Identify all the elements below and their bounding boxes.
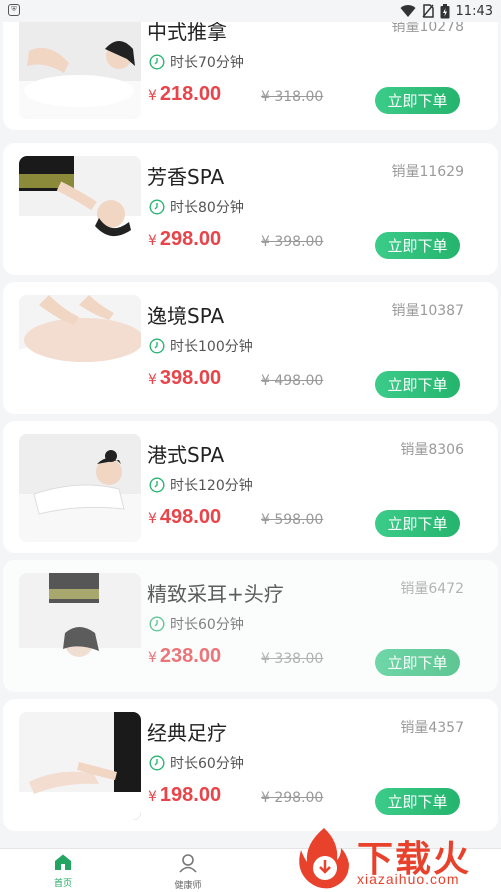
- order-now-button[interactable]: 立即下单: [375, 649, 460, 676]
- duration-row: 时长60分钟: [149, 753, 244, 773]
- duration-text: 时长70分钟: [170, 55, 244, 71]
- watermark-url: xiazaihuo.com: [357, 871, 460, 887]
- service-card[interactable]: 经典足疗 销量4357 时长60分钟 ¥198.00 ¥ 298.00 立即下单: [3, 699, 498, 831]
- price: ¥398.00: [148, 367, 221, 390]
- service-card[interactable]: 逸境SPA 销量10387 时长100分钟 ¥398.00 ¥ 498.00 立…: [3, 282, 498, 414]
- no-sim-icon: [421, 4, 434, 18]
- status-bar: ⛨ 11:43: [0, 0, 501, 22]
- sales-count: 销量10387: [391, 303, 464, 319]
- original-price: ¥ 338.00: [261, 651, 324, 667]
- price: ¥498.00: [148, 506, 221, 529]
- price: ¥218.00: [148, 83, 221, 106]
- clock-icon: [149, 616, 165, 632]
- price: ¥238.00: [148, 645, 221, 668]
- duration-row: 时长70分钟: [149, 52, 244, 72]
- price-value: 198.00: [159, 784, 222, 806]
- clock-icon: [149, 199, 165, 215]
- order-now-button[interactable]: 立即下单: [375, 510, 460, 537]
- service-name: 精致采耳+头疗: [147, 582, 284, 606]
- order-now-button[interactable]: 立即下单: [375, 87, 460, 114]
- service-name: 港式SPA: [147, 443, 225, 467]
- original-price: ¥ 498.00: [261, 373, 324, 389]
- currency-symbol: ¥: [148, 372, 157, 388]
- service-card[interactable]: 精致采耳+头疗 销量6472 时长60分钟 ¥238.00 ¥ 338.00 立…: [3, 560, 498, 692]
- clock-icon: [149, 54, 165, 70]
- shield-icon: ⛨: [8, 4, 20, 16]
- clock-icon: [149, 477, 165, 493]
- currency-symbol: ¥: [148, 650, 157, 666]
- service-name: 芳香SPA: [147, 165, 225, 189]
- tab-health-technician[interactable]: 健康师: [158, 853, 218, 891]
- clock-icon: [149, 338, 165, 354]
- duration-row: 时长80分钟: [149, 197, 244, 217]
- sales-count: 销量8306: [400, 442, 464, 458]
- watermark-logo: 下载火 xiazaihuo.com: [295, 826, 501, 892]
- price: ¥298.00: [148, 228, 221, 251]
- service-image: [19, 295, 141, 403]
- duration-text: 时长60分钟: [170, 756, 244, 772]
- service-card[interactable]: 港式SPA 销量8306 时长120分钟 ¥498.00 ¥ 598.00 立即…: [3, 421, 498, 553]
- service-image: [19, 573, 141, 681]
- original-price: ¥ 398.00: [261, 234, 324, 250]
- person-icon: [179, 854, 197, 873]
- duration-row: 时长120分钟: [149, 475, 253, 495]
- order-now-button[interactable]: 立即下单: [375, 232, 460, 259]
- currency-symbol: ¥: [148, 88, 157, 104]
- original-price: ¥ 298.00: [261, 790, 324, 806]
- tab-health-technician-label: 健康师: [174, 881, 202, 891]
- service-image: [19, 156, 141, 264]
- currency-symbol: ¥: [148, 511, 157, 527]
- price-value: 398.00: [159, 367, 222, 389]
- service-card[interactable]: 芳香SPA 销量11629 时长80分钟 ¥298.00 ¥ 398.00 立即…: [3, 143, 498, 275]
- currency-symbol: ¥: [148, 789, 157, 805]
- duration-row: 时长60分钟: [149, 614, 244, 634]
- price-value: 498.00: [159, 506, 222, 528]
- tab-home-label: 首页: [53, 879, 72, 889]
- original-price: ¥ 598.00: [261, 512, 324, 528]
- sales-count: 销量6472: [400, 581, 464, 597]
- wifi-icon: [400, 5, 416, 18]
- order-now-button[interactable]: 立即下单: [375, 371, 460, 398]
- duration-row: 时长100分钟: [149, 336, 253, 356]
- price-value: 298.00: [159, 228, 222, 250]
- tab-home[interactable]: 首页: [33, 853, 93, 889]
- sales-count: 销量11629: [391, 164, 464, 180]
- price-value: 238.00: [159, 645, 222, 667]
- duration-text: 时长100分钟: [170, 339, 253, 355]
- currency-symbol: ¥: [148, 233, 157, 249]
- status-time: 11:43: [455, 3, 493, 19]
- service-name: 逸境SPA: [147, 304, 225, 328]
- home-icon: [55, 854, 71, 870]
- order-now-button[interactable]: 立即下单: [375, 788, 460, 815]
- service-name: 经典足疗: [147, 721, 227, 745]
- service-image: [19, 712, 141, 820]
- duration-text: 时长80分钟: [170, 200, 244, 216]
- service-image: [19, 434, 141, 542]
- battery-icon: [440, 3, 450, 18]
- price: ¥198.00: [148, 784, 221, 807]
- duration-text: 时长60分钟: [170, 617, 244, 633]
- price-value: 218.00: [159, 83, 222, 105]
- clock-icon: [149, 755, 165, 771]
- service-image: [19, 11, 141, 119]
- duration-text: 时长120分钟: [170, 478, 253, 494]
- flame-logo-icon: [299, 828, 349, 889]
- original-price: ¥ 318.00: [261, 89, 324, 105]
- sales-count: 销量4357: [400, 720, 464, 736]
